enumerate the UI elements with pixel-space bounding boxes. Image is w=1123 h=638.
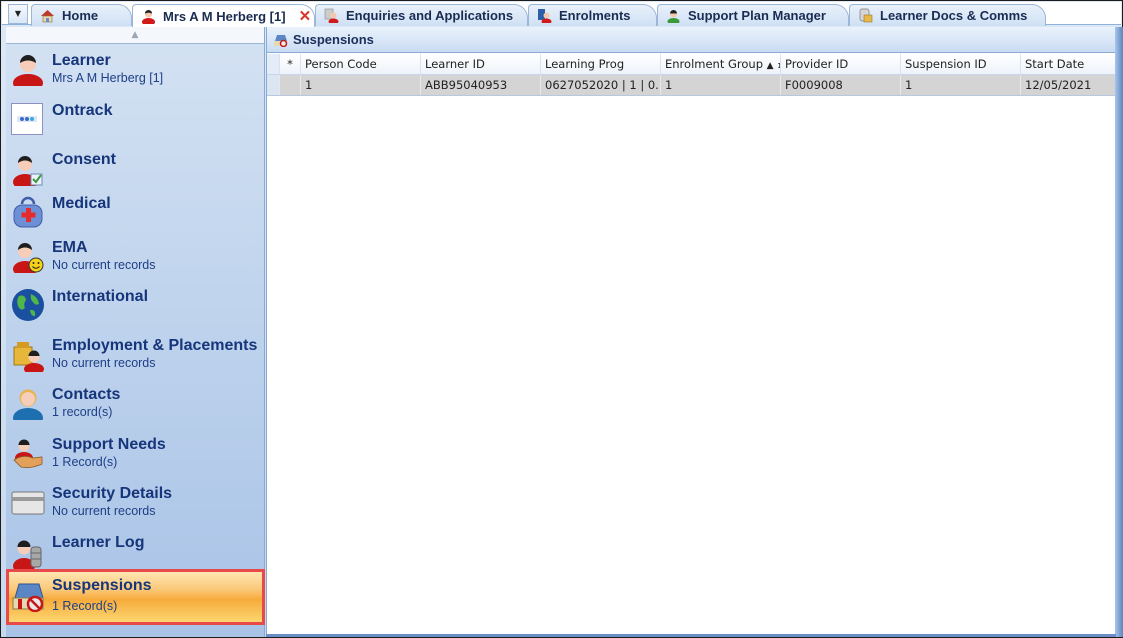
row-selector[interactable] <box>267 75 280 95</box>
sort-ascending-icon: ▲ <box>766 61 774 71</box>
consent-icon <box>11 152 45 190</box>
cell-start-date[interactable]: 12/05/2021 <box>1021 75 1116 95</box>
sidebar-item-title: Suspensions <box>52 577 152 594</box>
sidebar-item-subtitle: 1 record(s) <box>52 405 113 419</box>
sidebar-item-employment-placements[interactable]: Employment & Placements No current recor… <box>6 336 265 382</box>
tab-enrolments[interactable]: Enrolments <box>528 4 657 26</box>
tab-learner-docs-comms[interactable]: Learner Docs & Comms <box>849 4 1046 26</box>
sidebar-item-title: Contacts <box>52 386 121 403</box>
sidebar-item-subtitle: No current records <box>52 356 156 370</box>
column-header-start-date[interactable]: Start Date <box>1021 54 1116 74</box>
learner-sidebar: ▲ Learner Mrs A M Herberg [1] Ontrack Co… <box>6 27 265 637</box>
table-row[interactable]: 1 ABB95040953 0627052020 | 1 | 0... 1 F0… <box>267 75 1116 96</box>
tab-label: Enrolments <box>559 8 631 23</box>
globe-icon <box>11 288 45 322</box>
sidebar-item-title: EMA <box>52 239 88 256</box>
suspensions-grid: * Person Code Learner ID Learning Prog E… <box>267 54 1116 96</box>
sidebar-item-support-needs[interactable]: Support Needs 1 Record(s) <box>6 435 265 481</box>
tab-support-plan-manager[interactable]: Support Plan Manager <box>657 4 849 26</box>
medical-bag-icon <box>11 196 45 230</box>
column-header-enrolment-group[interactable]: Enrolment Group ▲ 1 <box>661 54 781 74</box>
tab-label: Mrs A M Herberg [1] <box>163 8 286 24</box>
sidebar-item-international[interactable]: International <box>6 287 265 333</box>
sidebar-item-title: Support Needs <box>52 436 166 453</box>
sidebar-item-learner[interactable]: Learner Mrs A M Herberg [1] <box>6 51 265 97</box>
sidebar-item-subtitle: 1 Record(s) <box>52 599 118 613</box>
sidebar-item-medical[interactable]: Medical <box>6 194 265 240</box>
suspensions-panel: Suspensions * Person Code Learner ID Lea… <box>266 27 1116 637</box>
cell-suspension-id[interactable]: 1 <box>901 75 1021 95</box>
sidebar-item-title: Security Details <box>52 485 173 502</box>
sidebar-item-subtitle: 1 Record(s) <box>52 455 118 469</box>
tab-list-dropdown[interactable]: ▼ <box>8 4 28 24</box>
sidebar-item-title: Employment & Placements <box>52 337 258 354</box>
security-card-icon <box>11 486 45 520</box>
tab-strip: ▼ Home Mrs A M Herberg [1] ✕ Enquiries a… <box>2 2 1121 27</box>
sidebar-item-title: Learner <box>52 52 111 69</box>
employment-icon <box>11 338 45 375</box>
sidebar-item-suspensions[interactable]: Suspensions 1 Record(s) <box>6 569 265 625</box>
sidebar-item-subtitle: No current records <box>52 258 156 272</box>
enquiries-icon <box>324 8 339 25</box>
cell-provider-id[interactable]: F0009008 <box>781 75 901 95</box>
tab-enquiries-applications[interactable]: Enquiries and Applications <box>315 4 528 26</box>
sidebar-item-subtitle: No current records <box>52 504 156 518</box>
ema-icon <box>11 239 45 277</box>
sidebar-item-title: Learner Log <box>52 534 145 551</box>
close-tab-icon[interactable]: ✕ <box>299 7 312 25</box>
cell-person-code[interactable]: 1 <box>301 75 421 95</box>
tab-label: Home <box>62 8 99 23</box>
suspensions-icon <box>273 32 288 48</box>
tab-label: Learner Docs & Comms <box>880 8 1028 23</box>
column-header-learning-prog[interactable]: Learning Prog <box>541 54 661 74</box>
cell-enrolment-group[interactable]: 1 <box>661 75 781 95</box>
sidebar-scroll-up-button[interactable]: ▲ <box>6 27 264 44</box>
panel-header: Suspensions <box>267 27 1115 53</box>
grid-header-row: * Person Code Learner ID Learning Prog E… <box>267 54 1116 75</box>
tab-label: Support Plan Manager <box>688 8 826 23</box>
app-window: ▼ Home Mrs A M Herberg [1] ✕ Enquiries a… <box>0 0 1123 638</box>
sidebar-item-title: Medical <box>52 195 111 212</box>
column-header-learner-id[interactable]: Learner ID <box>421 54 541 74</box>
sidebar-item-ontrack[interactable]: Ontrack <box>6 101 265 147</box>
window-edge <box>1115 27 1123 637</box>
learner-icon <box>141 9 156 26</box>
support-plan-icon <box>666 8 681 25</box>
learner-icon <box>11 52 45 92</box>
new-row-marker: * <box>280 54 301 74</box>
contacts-icon <box>11 386 45 428</box>
sidebar-item-title: Ontrack <box>52 102 113 119</box>
panel-title: Suspensions <box>293 32 374 47</box>
sidebar-item-security-details[interactable]: Security Details No current records <box>6 484 265 530</box>
column-header-provider-id[interactable]: Provider ID <box>781 54 901 74</box>
home-icon <box>40 8 55 23</box>
cell-learning-prog[interactable]: 0627052020 | 1 | 0... <box>541 75 661 95</box>
learner-docs-icon <box>858 8 873 23</box>
sidebar-item-subtitle: Mrs A M Herberg [1] <box>52 71 164 85</box>
cell-learner-id[interactable]: ABB95040953 <box>421 75 541 95</box>
column-header-person-code[interactable]: Person Code <box>301 54 421 74</box>
sidebar-item-title: International <box>52 288 149 305</box>
sidebar-item-consent[interactable]: Consent <box>6 150 265 196</box>
learner-log-icon <box>11 535 45 574</box>
column-header-suspension-id[interactable]: Suspension ID <box>901 54 1021 74</box>
row-selector-header <box>267 54 280 74</box>
tab-home[interactable]: Home <box>31 4 132 26</box>
tab-label: Enquiries and Applications <box>346 8 514 23</box>
sidebar-item-ema[interactable]: EMA No current records <box>6 238 265 284</box>
suspensions-icon <box>11 578 45 613</box>
column-header-label: Enrolment Group <box>665 57 764 71</box>
ontrack-icon <box>11 103 43 135</box>
window-edge-bottom <box>266 634 1116 637</box>
support-needs-icon <box>11 436 45 470</box>
enrolments-icon <box>537 8 552 25</box>
row-indicator <box>280 75 301 95</box>
tab-learner-record[interactable]: Mrs A M Herberg [1] ✕ <box>132 4 315 27</box>
sidebar-item-contacts[interactable]: Contacts 1 record(s) <box>6 385 265 431</box>
sidebar-item-title: Consent <box>52 151 116 168</box>
